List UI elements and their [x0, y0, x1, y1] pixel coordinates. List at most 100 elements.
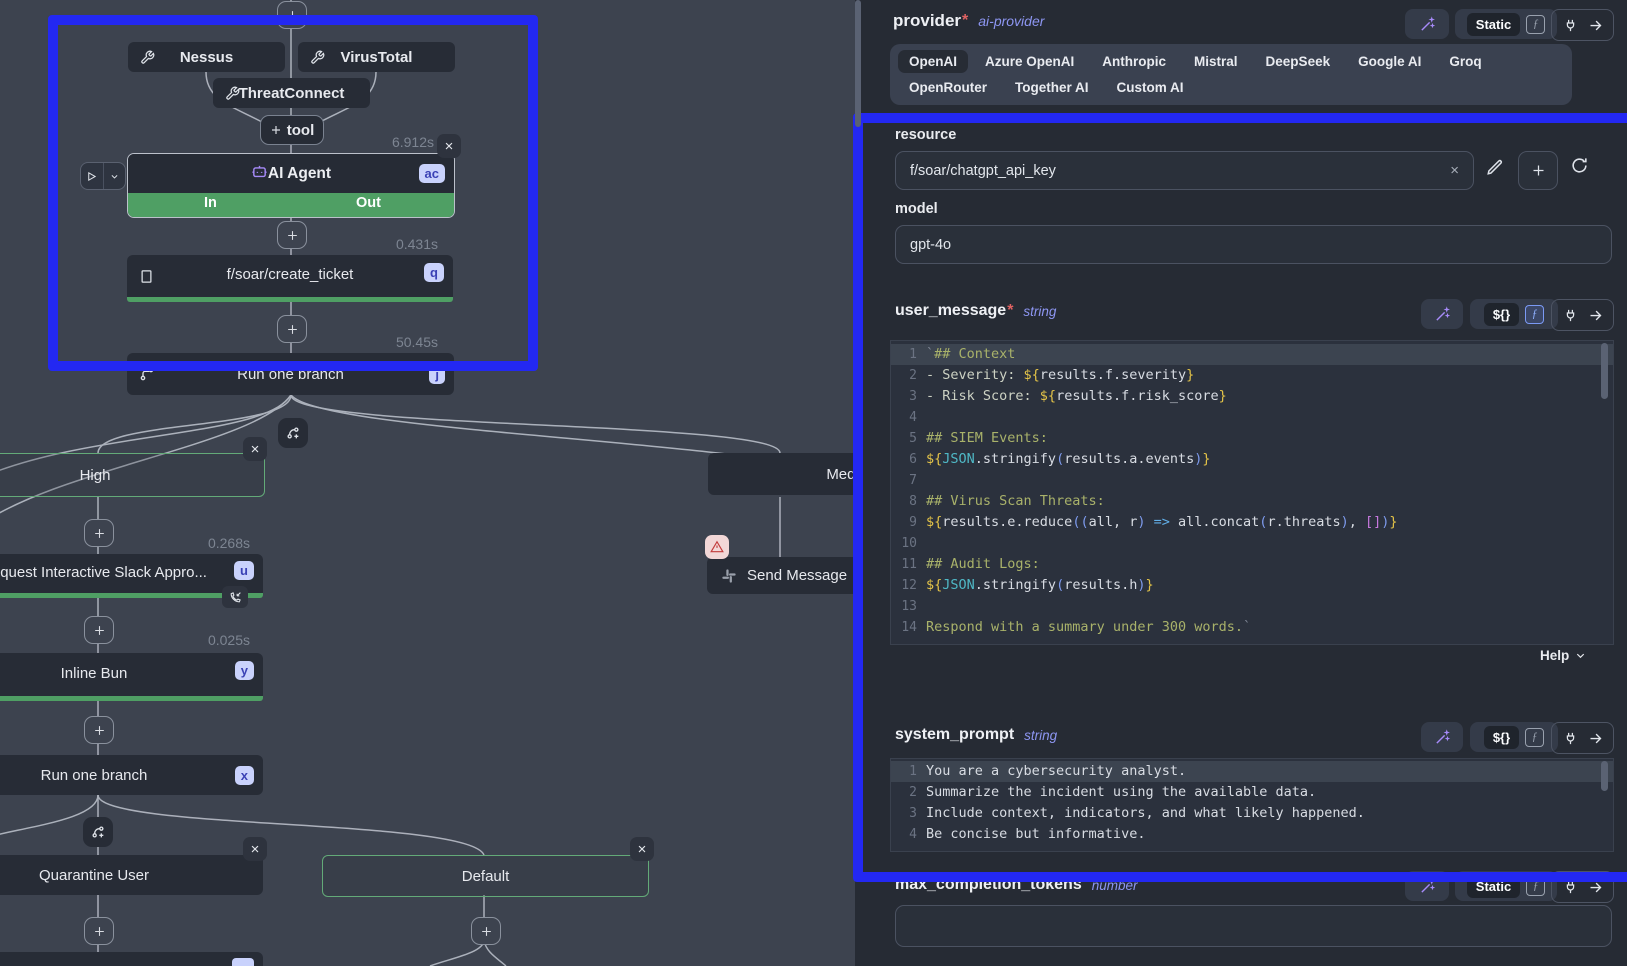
provider-tab-openrouter[interactable]: OpenRouter [898, 76, 998, 99]
provider-tab-google-ai[interactable]: Google AI [1347, 50, 1432, 73]
node-label: AI Agent [268, 165, 331, 183]
provider-tab-anthropic[interactable]: Anthropic [1091, 50, 1177, 73]
resource-input[interactable]: f/soar/chatgpt_api_key × [895, 151, 1474, 190]
ai-autofill-button[interactable] [1405, 9, 1449, 39]
input-mode-toggle[interactable]: Static ƒ [1455, 871, 1557, 901]
node-inline-bun[interactable]: Inline Bun y [0, 653, 263, 701]
agent-out-label[interactable]: Out [356, 195, 381, 211]
add-step-connector[interactable] [277, 315, 307, 343]
expression-mode-icon[interactable]: ƒ [1526, 877, 1545, 896]
close-icon[interactable]: × [630, 837, 654, 861]
node-nessus[interactable]: Nessus [128, 42, 285, 72]
node-threatconnect[interactable]: ThreatConnect [213, 78, 370, 108]
ai-autofill-button[interactable] [1405, 871, 1449, 901]
max-tokens-header: max_completion_tokens number [895, 876, 1138, 894]
input-mode-toggle[interactable]: Static ƒ [1455, 9, 1557, 39]
expression-mode-icon[interactable]: ƒ [1525, 728, 1544, 747]
branch-icon [139, 366, 155, 382]
add-step-connector[interactable] [84, 917, 114, 945]
provider-tab-azure-openai[interactable]: Azure OpenAI [974, 50, 1085, 73]
workflow-canvas[interactable]: Nessus VirusTotal ThreatConnect tool 6.9… [0, 0, 855, 966]
add-step-connector[interactable] [84, 616, 114, 644]
node-branch-medium[interactable]: Medium [708, 453, 855, 495]
node-label: Medium [826, 466, 855, 483]
add-step-connector[interactable] [277, 221, 307, 249]
node-run-one-branch-1[interactable]: Run one branch j [127, 353, 454, 395]
node-quarantine-user[interactable]: Quarantine User [0, 855, 263, 895]
code-line: 4 [891, 407, 1613, 428]
close-icon[interactable]: × [243, 837, 267, 861]
help-button[interactable]: Help [1540, 648, 1586, 663]
node-ref-badge [232, 958, 254, 966]
refresh-resources-button[interactable] [1570, 156, 1589, 175]
provider-tab-mistral[interactable]: Mistral [1183, 50, 1249, 73]
plus-icon [286, 229, 299, 242]
edit-resource-button[interactable] [1486, 158, 1504, 176]
node-ai-agent[interactable]: AI Agent ac In Out [127, 153, 455, 218]
node-branch-default[interactable]: Default [322, 855, 649, 897]
ai-autofill-button[interactable] [1421, 299, 1463, 329]
help-label: Help [1540, 648, 1569, 663]
panel-scrollbar[interactable] [855, 0, 861, 127]
field-name: provider [893, 11, 961, 31]
node-ref-badge: x [235, 766, 254, 785]
editor-scrollbar[interactable] [1601, 343, 1608, 399]
agent-in-label[interactable]: In [204, 195, 217, 211]
node-virustotal[interactable]: VirusTotal [298, 42, 455, 72]
node-partial-bottom[interactable] [0, 952, 263, 966]
run-node-button[interactable] [80, 162, 126, 190]
add-branch-button[interactable] [83, 817, 113, 847]
mode-static[interactable]: Static [1467, 13, 1520, 36]
node-label: High [80, 467, 111, 484]
add-branch-button[interactable] [278, 418, 308, 448]
play-icon[interactable] [81, 163, 103, 189]
editor-scrollbar[interactable] [1601, 761, 1608, 791]
node-create-ticket[interactable]: f/soar/create_ticket q [127, 255, 453, 302]
node-branch-high[interactable]: High [0, 453, 265, 497]
clear-icon[interactable]: × [1450, 162, 1459, 179]
chevron-down-icon[interactable] [103, 163, 126, 189]
user-message-editor[interactable]: 1`## Context2- Severity: ${results.f.sev… [890, 340, 1614, 645]
system-prompt-editor[interactable]: 1You are a cybersecurity analyst.2Summar… [890, 758, 1614, 852]
user-message-header: user_message * string [895, 302, 1056, 320]
add-step-connector[interactable] [84, 716, 114, 744]
close-icon[interactable]: × [243, 437, 267, 461]
plus-icon [480, 925, 493, 938]
add-resource-button[interactable] [1518, 151, 1558, 190]
input-mode-toggle[interactable]: ${} ƒ [1470, 299, 1558, 329]
close-icon[interactable]: × [437, 134, 461, 158]
connect-output-button[interactable] [1551, 871, 1614, 903]
node-tool[interactable]: tool [260, 115, 324, 145]
mode-expression[interactable]: ${} [1484, 726, 1519, 749]
connect-output-button[interactable] [1551, 9, 1614, 41]
ai-autofill-button[interactable] [1421, 722, 1463, 752]
provider-tab-together-ai[interactable]: Together AI [1004, 76, 1100, 99]
add-step-connector[interactable] [277, 1, 307, 29]
resource-label: resource [895, 127, 956, 143]
max-tokens-input[interactable] [895, 905, 1612, 947]
add-step-connector[interactable] [84, 519, 114, 547]
wrench-icon [140, 50, 155, 65]
provider-header: provider * ai-provider [893, 11, 1044, 31]
node-send-message[interactable]: Send Message [707, 557, 855, 594]
phone-incoming-icon[interactable] [222, 586, 248, 608]
mode-static[interactable]: Static [1467, 875, 1520, 898]
workflow-builder-app: Nessus VirusTotal ThreatConnect tool 6.9… [0, 0, 1627, 966]
connect-output-button[interactable] [1551, 722, 1614, 754]
input-mode-toggle[interactable]: ${} ƒ [1470, 722, 1558, 752]
provider-tab-groq[interactable]: Groq [1438, 50, 1492, 73]
model-input[interactable]: gpt-4o [895, 225, 1612, 264]
provider-tab-openai[interactable]: OpenAI [898, 50, 968, 73]
connect-output-button[interactable] [1551, 299, 1614, 331]
provider-tab-custom-ai[interactable]: Custom AI [1106, 76, 1195, 99]
node-label: Nessus [180, 49, 233, 66]
provider-tab-deepseek[interactable]: DeepSeek [1255, 50, 1342, 73]
add-step-connector[interactable] [471, 917, 501, 945]
mode-expression[interactable]: ${} [1484, 303, 1519, 326]
node-run-one-branch-2[interactable]: Run one branch x [0, 755, 263, 795]
code-line: 12${JSON.stringify(results.h)} [891, 575, 1613, 596]
expression-mode-icon[interactable]: ƒ [1525, 305, 1544, 324]
node-label: Inline Bun [61, 665, 128, 682]
node-duration: 50.45s [376, 334, 438, 350]
expression-mode-icon[interactable]: ƒ [1526, 15, 1545, 34]
